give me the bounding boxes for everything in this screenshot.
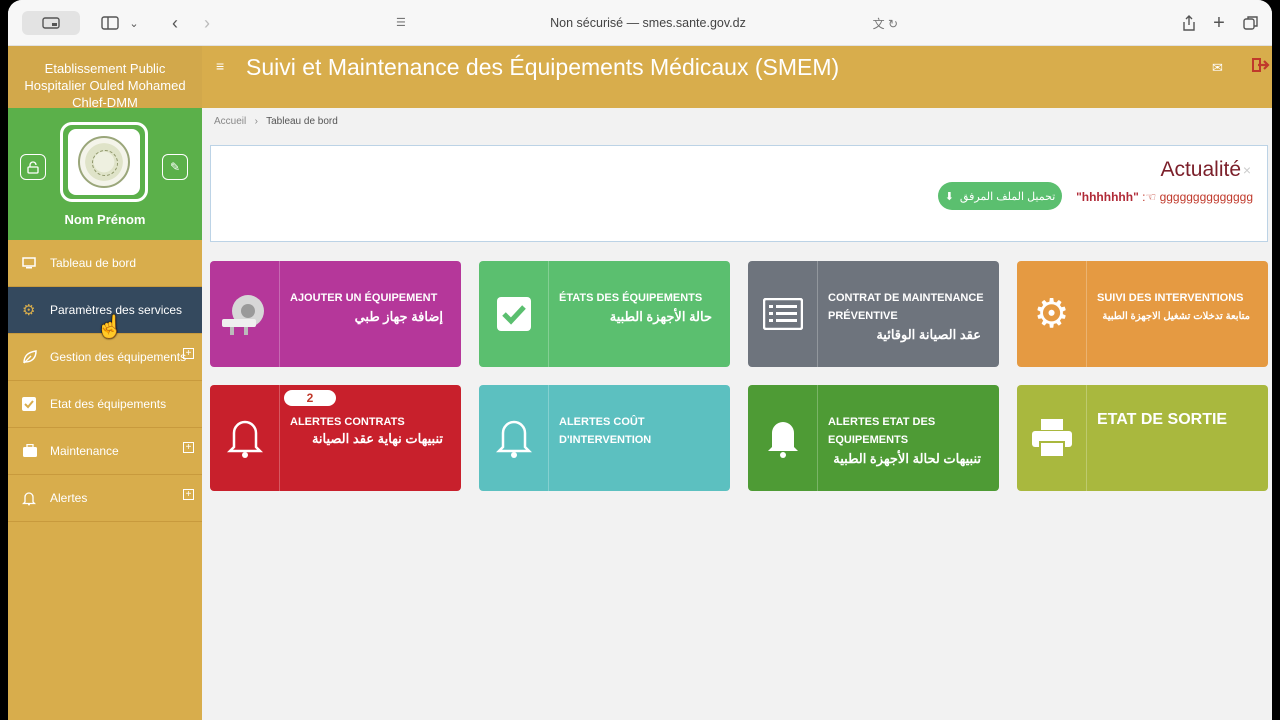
edit-profile-button[interactable]: ✎: [162, 154, 188, 180]
unlock-button[interactable]: [20, 154, 46, 180]
sidebar-item-label: Maintenance: [50, 444, 119, 458]
tile-title: Alertes contrats: [290, 416, 405, 428]
bell-icon: [22, 491, 50, 506]
list-icon: [748, 261, 818, 367]
expand-icon[interactable]: +: [183, 442, 194, 453]
breadcrumb-home[interactable]: Accueil: [214, 116, 246, 127]
bell-icon: [210, 385, 280, 491]
sidebar: Etablissement Public Hospitalier Ouled M…: [8, 46, 202, 720]
new-tab-button[interactable]: +: [1208, 11, 1230, 35]
translate-reload-icon[interactable]: 文 ↻: [873, 15, 898, 32]
tile-arabic: إضافة جهاز طبي: [354, 309, 443, 324]
tile-title: Contrat de maintenance préventive: [828, 292, 984, 322]
bell-icon: [479, 385, 549, 491]
ministry-seal-logo: [78, 136, 130, 188]
window-switch-button[interactable]: [22, 11, 80, 35]
window-icon: [42, 17, 60, 29]
news-item: "hhhhhhh" :☜ gggggggggggggg: [1076, 190, 1253, 204]
organization-name: Etablissement Public Hospitalier Ouled M…: [8, 46, 202, 110]
sidebar-item-maintenance[interactable]: Maintenance +: [8, 428, 202, 475]
tile-title: Alertes coût d'intervention: [559, 416, 652, 446]
gear-icon: ⚙: [22, 302, 36, 319]
browser-toolbar: ⌄ ‹ › ☰ Non sécurisé — smes.sante.gov.dz…: [8, 0, 1272, 46]
unlock-icon: [27, 160, 39, 174]
breadcrumb-separator: ›: [249, 116, 264, 127]
chevron-down-icon[interactable]: ⌄: [126, 11, 142, 35]
sidebar-item-alerts[interactable]: Alertes +: [8, 475, 202, 522]
avatar: [60, 122, 148, 202]
tile-title: États des équipements: [559, 292, 703, 304]
breadcrumb-current: Tableau de bord: [266, 116, 338, 127]
profile-name: Nom Prénom: [64, 212, 146, 227]
profile-card: ✎ Nom Prénom: [8, 108, 202, 240]
tile-title: Alertes etat des equipements: [828, 416, 936, 446]
tile-preventive-contract[interactable]: Contrat de maintenance préventive عقد ال…: [748, 261, 999, 367]
tile-contract-alerts[interactable]: 2 Alertes contrats تنبيهات نهاية عقد الص…: [210, 385, 461, 491]
expand-icon[interactable]: +: [183, 489, 194, 500]
news-quote: "hhhhhhh": [1076, 190, 1139, 204]
news-title: Actualité: [1160, 158, 1241, 181]
forward-button[interactable]: ›: [196, 11, 218, 35]
download-label: تحميل الملف المرفق: [959, 190, 1056, 203]
app-header: ≡ Suivi et Maintenance des Équipements M…: [202, 46, 1272, 108]
pencil-icon: ✎: [169, 160, 181, 174]
hand-point-icon: :☜: [1142, 190, 1160, 204]
address-text: Non sécurisé — smes.sante.gov.dz: [550, 16, 746, 30]
tile-arabic: حالة الأجهزة الطبية: [609, 309, 712, 324]
news-panel: Actualité × ⬇ تحميل الملف المرفق "hhhhhh…: [210, 145, 1268, 242]
sidebar-toggle-button[interactable]: [98, 11, 122, 35]
page-menu-icon: ☰: [396, 17, 406, 29]
breadcrumb: Accueil › Tableau de bord: [214, 116, 338, 127]
browser-window: ⌄ ‹ › ☰ Non sécurisé — smes.sante.gov.dz…: [8, 0, 1272, 720]
monitor-icon: [22, 257, 50, 269]
tabs-icon: [1243, 16, 1258, 30]
sidebar-item-label: Alertes: [50, 491, 88, 505]
printer-icon: [1017, 385, 1087, 491]
sidebar-item-label: Tableau de bord: [50, 256, 137, 270]
scanner-icon: [210, 261, 280, 367]
close-icon[interactable]: ×: [1243, 162, 1251, 178]
download-attachment-button[interactable]: ⬇ تحميل الملف المرفق: [938, 182, 1062, 210]
tile-interventions[interactable]: ⚙ Suivi des interventions متابعة تدخلات …: [1017, 261, 1268, 367]
download-icon: ⬇: [944, 190, 954, 203]
tile-title: Ajouter un équipement: [290, 292, 438, 304]
expand-icon[interactable]: +: [183, 348, 194, 359]
tile-arabic: تنبيهات لحالة الأجهزة الطبية: [833, 451, 981, 466]
address-bar[interactable]: ☰ Non sécurisé — smes.sante.gov.dz 文 ↻: [388, 10, 908, 36]
tabs-overview-button[interactable]: [1240, 11, 1262, 35]
sidebar-item-equipment-management[interactable]: Gestion des équipements +: [8, 334, 202, 381]
tile-arabic: متابعة تدخلات تشغيل الاجهزة الطبية: [1102, 311, 1250, 322]
back-button[interactable]: ‹: [164, 11, 186, 35]
leaf-icon: [22, 350, 50, 364]
sidebar-icon: [101, 16, 119, 30]
briefcase-icon: [22, 444, 50, 458]
tile-equipment-status[interactable]: États des équipements حالة الأجهزة الطبي…: [479, 261, 730, 367]
alert-count-badge: 2: [284, 390, 336, 406]
sidebar-item-dashboard[interactable]: Tableau de bord: [8, 240, 202, 287]
bell-icon: [748, 385, 818, 491]
tile-exit-report[interactable]: ETAT DE SORTIE: [1017, 385, 1268, 491]
mail-icon[interactable]: ✉: [1212, 60, 1223, 76]
sidebar-item-label: Etat des équipements: [50, 397, 167, 411]
gear-icon: ⚙: [1017, 261, 1087, 367]
news-body: gggggggggggggg: [1159, 190, 1253, 204]
tile-intervention-cost-alerts[interactable]: Alertes coût d'intervention: [479, 385, 730, 491]
page-title: Suivi et Maintenance des Équipements Méd…: [246, 54, 840, 80]
logout-icon[interactable]: [1252, 58, 1270, 77]
sidebar-item-equipment-status[interactable]: Etat des équipements: [8, 381, 202, 428]
tile-title: Suivi des interventions: [1097, 292, 1244, 304]
checkbox-icon: [479, 261, 549, 367]
menu-icon[interactable]: ≡: [216, 58, 224, 74]
hand-cursor-icon: ☝: [96, 314, 124, 339]
tile-arabic: عقد الصيانة الوقائية: [876, 327, 981, 342]
tile-equipment-state-alerts[interactable]: Alertes etat des equipements تنبيهات لحا…: [748, 385, 999, 491]
tile-arabic: تنبيهات نهاية عقد الصيانة: [311, 431, 443, 446]
tile-add-equipment[interactable]: Ajouter un équipement إضافة جهاز طبي: [210, 261, 461, 367]
share-icon: [1183, 15, 1195, 31]
checkbox-icon: [22, 397, 50, 411]
share-button[interactable]: [1178, 11, 1200, 35]
tile-title: ETAT DE SORTIE: [1097, 411, 1228, 428]
sidebar-item-label: Gestion des équipements: [50, 350, 187, 364]
